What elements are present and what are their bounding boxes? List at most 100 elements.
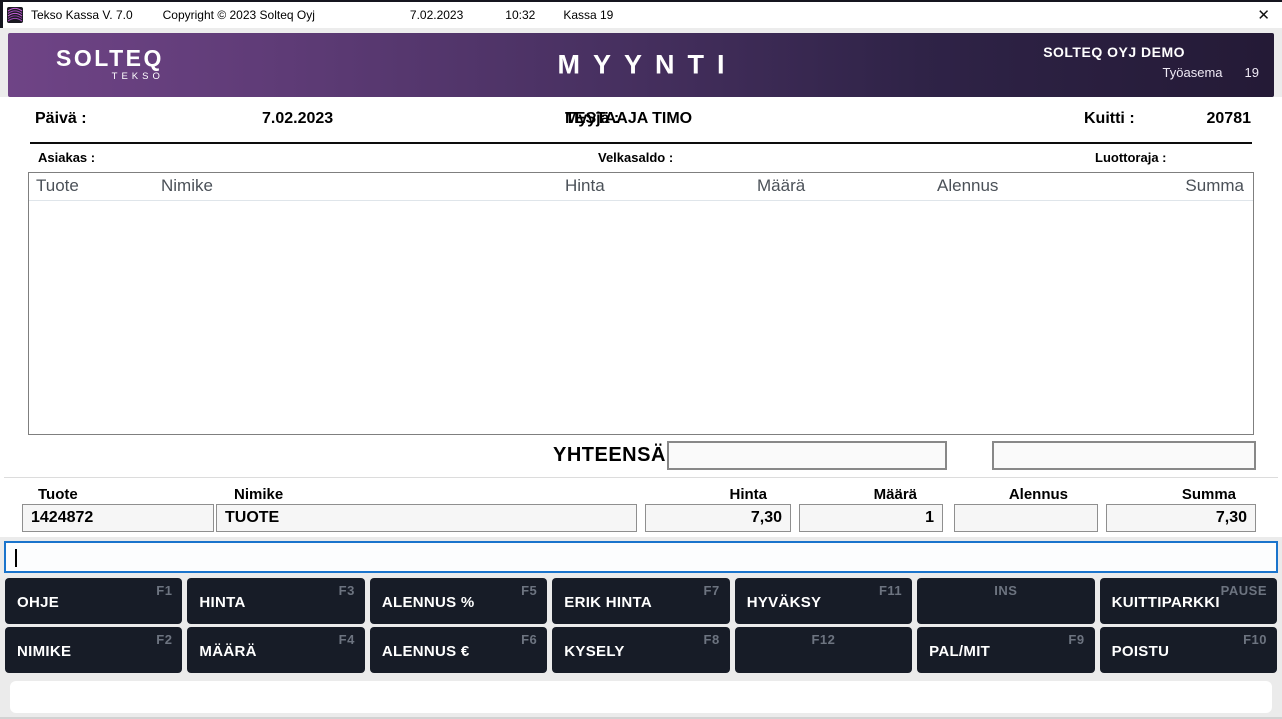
titlebar-date: 7.02.2023 [410, 8, 463, 22]
workstation-number: 19 [1245, 65, 1259, 80]
fkey-label: ALENNUS % [382, 594, 475, 611]
fkey-hint: F4 [339, 632, 355, 647]
fkey-label: POISTU [1112, 643, 1170, 660]
fkey-hint: F7 [704, 583, 720, 598]
fkey-erik-hinta-button[interactable]: ERIK HINTA F7 [552, 578, 729, 624]
fkey-ins-button[interactable]: INS [917, 578, 1094, 624]
entry-summa-input[interactable]: 7,30 [1106, 504, 1256, 532]
fkey-ohje-button[interactable]: OHJE F1 [5, 578, 182, 624]
entry-label-summa: Summa [1106, 486, 1236, 503]
section-divider [4, 477, 1278, 478]
fkey-hint: PAUSE [1221, 583, 1267, 598]
entry-label-tuote: Tuote [38, 486, 78, 503]
credit-limit-label: Luottoraja : [1095, 150, 1167, 165]
command-input[interactable] [4, 541, 1278, 573]
fkey-label: ALENNUS € [382, 643, 470, 660]
fkey-label: KYSELY [564, 643, 624, 660]
window-title: Tekso Kassa V. 7.0 [31, 8, 133, 22]
fkey-hint: F5 [521, 583, 537, 598]
copyright-text: Copyright © 2023 Solteq Oyj [163, 8, 315, 22]
fkey-hint: INS [917, 583, 1094, 598]
entry-maara-input[interactable]: 1 [799, 504, 943, 532]
column-header-tuote: Tuote [36, 176, 79, 196]
workstation-label: Työasema [1163, 65, 1223, 80]
column-header-alennus: Alennus [937, 176, 998, 196]
date-label: Päivä : [35, 110, 87, 128]
fkey-alennus-euro-button[interactable]: ALENNUS € F6 [370, 627, 547, 673]
app-icon [7, 7, 23, 23]
fkey-f12-button[interactable]: F12 [735, 627, 912, 673]
fkey-label: KUITTIPARKKI [1112, 594, 1220, 611]
app-window: Tekso Kassa V. 7.0 Copyright © 2023 Solt… [0, 0, 1282, 719]
customer-label: Asiakas : [38, 150, 95, 165]
column-header-maara: Määrä [757, 176, 805, 196]
titlebar[interactable]: Tekso Kassa V. 7.0 Copyright © 2023 Solt… [0, 0, 1282, 28]
column-header-hinta: Hinta [565, 176, 605, 196]
solteq-logo: SOLTEQ TEKSO [56, 46, 164, 82]
status-bar [10, 681, 1272, 713]
fkey-label: NIMIKE [17, 643, 71, 660]
entry-tuote-input[interactable]: 1424872 [22, 504, 214, 532]
debt-balance-label: Velkasaldo : [598, 150, 673, 165]
entry-alennus-input[interactable] [954, 504, 1098, 532]
receipt-items-table: Tuote Nimike Hinta Määrä Alennus Summa [28, 172, 1254, 435]
fkey-hinta-button[interactable]: HINTA F3 [187, 578, 364, 624]
fkey-label: HINTA [199, 594, 245, 611]
seller-value: TESTAAJA TIMO [565, 110, 692, 128]
fkey-label: MÄÄRÄ [199, 643, 256, 660]
fkey-label: PAL/MIT [929, 643, 990, 660]
window-border-edge [0, 0, 3, 28]
logo-main-text: SOLTEQ [56, 46, 164, 70]
fkey-hint: F1 [156, 583, 172, 598]
column-header-nimike: Nimike [161, 176, 213, 196]
fkey-hint: F11 [879, 583, 902, 598]
total-secondary-field [992, 441, 1256, 470]
column-header-summa: Summa [1185, 176, 1244, 196]
receipt-label: Kuitti : [1084, 110, 1135, 128]
text-caret [15, 549, 17, 567]
workstation-line: Työasema 19 [1043, 65, 1259, 80]
fkey-nimike-button[interactable]: NIMIKE F2 [5, 627, 182, 673]
session-info-row: Päivä : 7.02.2023 Myyjä : TESTAAJA TIMO … [0, 110, 1282, 134]
fkey-label: HYVÄKSY [747, 594, 822, 611]
function-key-panel: OHJE F1 HINTA F3 ALENNUS % F5 ERIK HINTA… [5, 578, 1277, 673]
fkey-alennus-prosentti-button[interactable]: ALENNUS % F5 [370, 578, 547, 624]
entry-label-maara: Määrä [799, 486, 917, 503]
entry-label-alennus: Alennus [954, 486, 1068, 503]
brand-header: SOLTEQ TEKSO MYYNTI SOLTEQ OYJ DEMO Työa… [8, 33, 1274, 97]
date-value: 7.02.2023 [262, 110, 333, 128]
entry-form-labels: Tuote Nimike Hinta Määrä Alennus Summa [0, 486, 1282, 503]
fkey-maara-button[interactable]: MÄÄRÄ F4 [187, 627, 364, 673]
entry-hinta-input[interactable]: 7,30 [645, 504, 791, 532]
entry-label-hinta: Hinta [645, 486, 767, 503]
fkey-poistu-button[interactable]: POISTU F10 [1100, 627, 1277, 673]
fkey-label: OHJE [17, 594, 59, 611]
fkey-hint: F8 [704, 632, 720, 647]
fkey-hint: F10 [1243, 632, 1267, 647]
fkey-hint: F6 [521, 632, 537, 647]
total-label: YHTEENSÄ [553, 444, 666, 467]
entry-nimike-input[interactable]: TUOTE [216, 504, 637, 532]
total-value-field [667, 441, 947, 470]
receipt-number: 20781 [1207, 110, 1252, 128]
fkey-kuittiparkki-button[interactable]: KUITTIPARKKI PAUSE [1100, 578, 1277, 624]
customer-info-row: Asiakas : Velkasaldo : Luottoraja : [0, 150, 1282, 168]
fkey-pal-mit-button[interactable]: PAL/MIT F9 [917, 627, 1094, 673]
logo-sub-text: TEKSO [56, 71, 164, 82]
screen-title: MYYNTI [544, 50, 737, 81]
fkey-hint: F9 [1068, 632, 1084, 647]
fkey-hint: F2 [156, 632, 172, 647]
titlebar-time: 10:32 [505, 8, 535, 22]
entry-label-nimike: Nimike [234, 486, 283, 503]
close-icon[interactable]: ✕ [1257, 8, 1270, 23]
fkey-kysely-button[interactable]: KYSELY F8 [552, 627, 729, 673]
fkey-hint: F12 [735, 632, 912, 647]
titlebar-register: Kassa 19 [563, 8, 613, 22]
fkey-label: ERIK HINTA [564, 594, 652, 611]
divider-line [30, 142, 1252, 144]
fkey-hyvaksy-button[interactable]: HYVÄKSY F11 [735, 578, 912, 624]
fkey-hint: F3 [339, 583, 355, 598]
items-table-header: Tuote Nimike Hinta Määrä Alennus Summa [29, 173, 1253, 201]
brand-right-block: SOLTEQ OYJ DEMO Työasema 19 [1043, 44, 1259, 80]
company-name: SOLTEQ OYJ DEMO [1043, 44, 1185, 60]
